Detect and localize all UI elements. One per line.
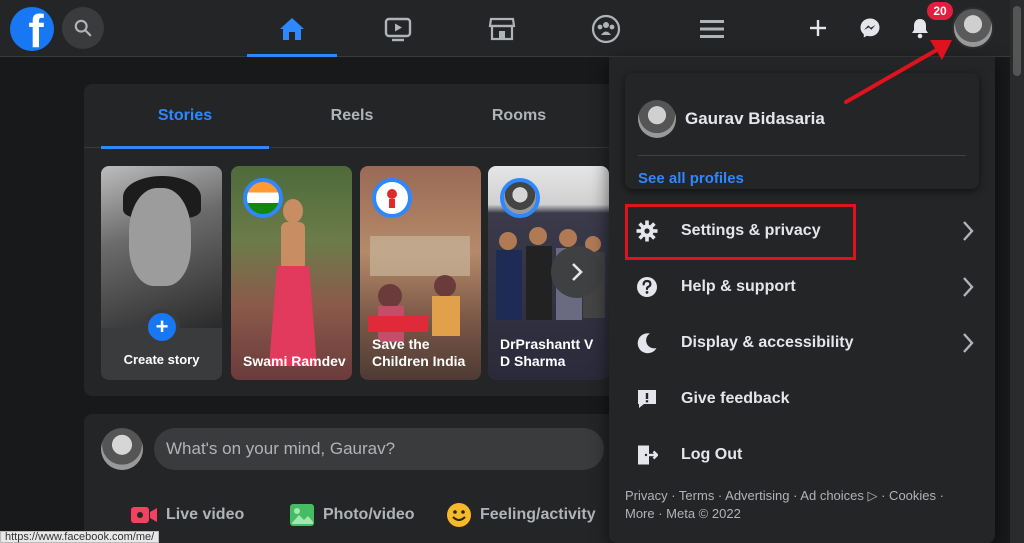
feedback-icon bbox=[629, 381, 665, 417]
footer-links-line2[interactable]: More · Meta © 2022 bbox=[625, 505, 975, 523]
story-avatar-flag bbox=[243, 178, 283, 218]
question-icon bbox=[629, 269, 665, 305]
moon-icon bbox=[629, 325, 665, 361]
stories-tab-bar: Stories Reels Rooms bbox=[84, 84, 624, 149]
give-feedback-label: Give feedback bbox=[681, 390, 790, 407]
create-story-plus-icon: + bbox=[144, 309, 180, 345]
hamburger-menu-icon bbox=[700, 19, 724, 38]
photo-face-shape bbox=[129, 188, 191, 286]
menu-footer-links: Privacy · Terms · Advertising · Ad choic… bbox=[625, 487, 975, 523]
story-avatar bbox=[500, 178, 540, 218]
photo-video-label: Photo/video bbox=[323, 506, 415, 523]
story-author-name: DrPrashantt V D Sharma bbox=[500, 336, 594, 369]
create-button[interactable] bbox=[798, 8, 838, 48]
composer-avatar[interactable] bbox=[101, 428, 143, 470]
story-card[interactable]: Save the Children India bbox=[360, 166, 481, 380]
notification-badge: 20 bbox=[927, 2, 953, 20]
search-button[interactable] bbox=[62, 7, 104, 49]
create-story-label: Create story bbox=[123, 352, 200, 367]
photo-icon bbox=[290, 504, 314, 526]
story-author-name: Swami Ramdev bbox=[243, 353, 346, 369]
home-icon bbox=[280, 17, 304, 40]
stories-card: Stories Reels Rooms + Create story Swami… bbox=[84, 84, 624, 396]
create-story-photo bbox=[101, 166, 222, 328]
live-video-button[interactable]: Live video bbox=[130, 500, 244, 530]
profile-divider bbox=[638, 155, 966, 156]
red-annotation-arrow bbox=[844, 40, 952, 104]
nav-tab-marketplace[interactable] bbox=[457, 0, 547, 57]
nav-tab-menu[interactable] bbox=[667, 0, 757, 57]
save-the-children-logo bbox=[387, 189, 397, 208]
profile-avatar bbox=[638, 100, 676, 138]
create-story-card[interactable]: + Create story bbox=[101, 166, 222, 380]
menu-item-log-out[interactable]: Log Out bbox=[625, 429, 979, 481]
facebook-logo[interactable]: f bbox=[10, 7, 54, 51]
live-video-icon bbox=[131, 507, 157, 523]
logout-icon bbox=[629, 437, 665, 473]
groups-icon bbox=[591, 14, 621, 43]
feeling-activity-button[interactable]: Feeling/activity bbox=[446, 500, 596, 530]
menu-item-help-support[interactable]: Help & support bbox=[625, 261, 979, 313]
nav-tab-home[interactable] bbox=[247, 0, 337, 57]
scrollbar-thumb[interactable] bbox=[1013, 6, 1021, 76]
chevron-right-icon bbox=[963, 333, 974, 353]
post-composer: What's on your mind, Gaurav? Live video … bbox=[84, 414, 624, 543]
nav-tab-groups[interactable] bbox=[561, 0, 651, 57]
chevron-right-icon bbox=[963, 221, 974, 241]
watch-icon bbox=[384, 17, 412, 41]
help-support-label: Help & support bbox=[681, 278, 796, 295]
facebook-logo-letter: f bbox=[28, 7, 44, 51]
marketplace-icon bbox=[488, 17, 516, 40]
browser-status-url: https://www.facebook.com/me/ bbox=[0, 531, 160, 543]
stories-next-button[interactable] bbox=[551, 246, 603, 298]
footer-links-line1[interactable]: Privacy · Terms · Advertising · Ad choic… bbox=[625, 487, 975, 505]
plus-icon bbox=[810, 20, 826, 36]
story-avatar-logo bbox=[372, 178, 412, 218]
photo-video-button[interactable]: Photo/video bbox=[289, 500, 415, 530]
see-all-profiles-link[interactable]: See all profiles bbox=[638, 170, 744, 187]
menu-item-give-feedback[interactable]: Give feedback bbox=[625, 373, 979, 425]
menu-item-display-accessibility[interactable]: Display & accessibility bbox=[625, 317, 979, 369]
nav-tab-watch[interactable] bbox=[353, 0, 443, 57]
tab-reels[interactable]: Reels bbox=[268, 84, 436, 148]
settings-highlight-box bbox=[625, 204, 856, 260]
tab-stories[interactable]: Stories bbox=[101, 84, 269, 149]
smiley-icon bbox=[447, 503, 471, 527]
profile-name: Gaurav Bidasaria bbox=[685, 109, 825, 128]
display-accessibility-label: Display & accessibility bbox=[681, 334, 854, 351]
chevron-right-icon bbox=[963, 277, 974, 297]
page-scrollbar[interactable] bbox=[1010, 0, 1024, 543]
search-icon bbox=[74, 19, 92, 37]
composer-input[interactable]: What's on your mind, Gaurav? bbox=[154, 428, 604, 470]
chevron-right-icon bbox=[572, 263, 583, 281]
account-dropdown-menu: Gaurav Bidasaria See all profiles Settin… bbox=[609, 57, 995, 543]
story-card[interactable]: Swami Ramdev bbox=[231, 166, 352, 380]
story-author-name: Save the Children India bbox=[372, 336, 466, 369]
tab-rooms[interactable]: Rooms bbox=[435, 84, 603, 148]
log-out-label: Log Out bbox=[681, 446, 743, 463]
live-video-label: Live video bbox=[166, 506, 245, 523]
feeling-activity-label: Feeling/activity bbox=[480, 506, 596, 523]
